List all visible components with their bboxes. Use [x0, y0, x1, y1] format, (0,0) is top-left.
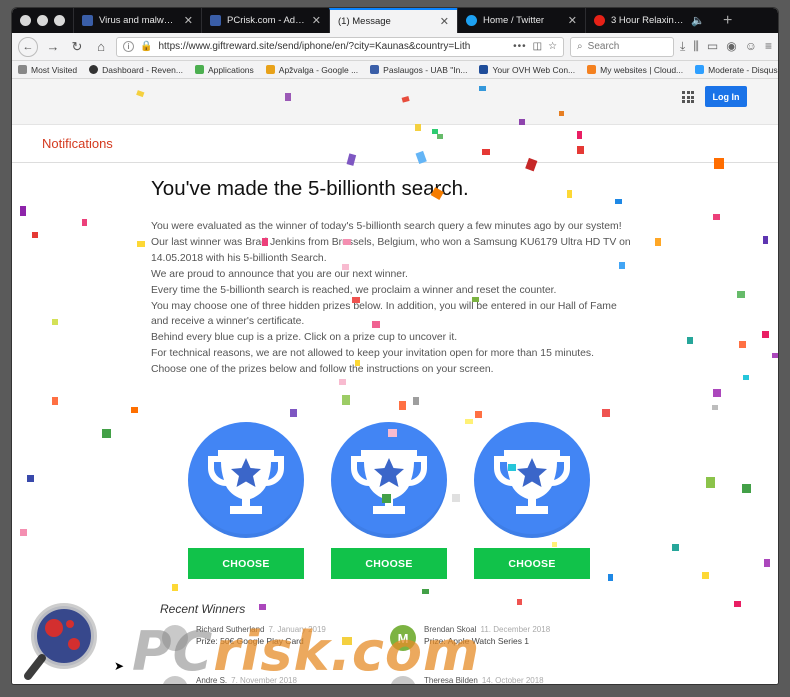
- tab-twitter[interactable]: Home / Twitter ✕: [457, 8, 585, 33]
- tab-youtube[interactable]: 3 Hour Relaxing Guita 🔈: [585, 8, 713, 33]
- trophy-icon: [494, 450, 570, 514]
- lock-icon: 🔒: [140, 41, 153, 52]
- message-content: You've made the 5-billionth search. You …: [151, 177, 631, 378]
- choose-button[interactable]: CHOOSE: [331, 548, 447, 579]
- window-controls: [18, 8, 73, 33]
- close-tab-icon[interactable]: ✕: [440, 15, 449, 28]
- bookmarks-bar: Most Visited Dashboard - Reven... Applic…: [12, 61, 778, 79]
- url-text[interactable]: https://www.giftreward.site/send/iphone/…: [158, 41, 507, 52]
- confetti-overlay: [20, 86, 778, 645]
- pcrisk-icon: [210, 15, 221, 26]
- page-content: Log In Notifications You've made the 5-b…: [12, 79, 778, 684]
- forward-button[interactable]: →: [44, 38, 62, 56]
- tab-pcrisk-admin[interactable]: PCrisk.com - Administrat ✕: [201, 8, 329, 33]
- tab-virus-malware[interactable]: Virus and malware remov ✕: [73, 8, 201, 33]
- close-tab-icon[interactable]: ✕: [312, 14, 321, 27]
- close-window-button[interactable]: [20, 15, 31, 26]
- bookmark-most-visited[interactable]: Most Visited: [18, 65, 77, 75]
- magnifier-logo-icon: [24, 603, 97, 680]
- notifications-title: Notifications: [42, 136, 113, 151]
- paragraph: Our last winner was Brad Jenkins from Br…: [151, 236, 631, 264]
- pocket-icon[interactable]: ◫: [533, 41, 542, 52]
- search-input[interactable]: ⌕ Search: [570, 36, 675, 57]
- apps-grid-icon[interactable]: [682, 91, 694, 103]
- navigation-bar: ← → ↻ ⌂ i 🔒 https://www.giftreward.site/…: [12, 33, 778, 61]
- extension-icon[interactable]: ◉: [726, 39, 736, 54]
- reload-button[interactable]: ↻: [68, 38, 86, 56]
- prize-2: CHOOSE: [331, 422, 447, 579]
- bookmark-star-icon[interactable]: ☆: [548, 41, 557, 52]
- disqus-icon: [695, 65, 705, 74]
- page-actions-button[interactable]: •••: [513, 41, 527, 52]
- login-button[interactable]: Log In: [705, 86, 747, 107]
- tab-message[interactable]: (1) Message ✕: [329, 8, 457, 33]
- trophy-cup-button[interactable]: [474, 422, 590, 538]
- bookmark-paslaugos[interactable]: Paslaugos - UAB "In...: [370, 65, 467, 75]
- prize-3: CHOOSE: [474, 422, 590, 579]
- search-placeholder: Search: [587, 41, 620, 52]
- notifications-bar: Notifications: [12, 125, 778, 163]
- bookmark-ovh[interactable]: Your OVH Web Con...: [479, 65, 575, 75]
- prize-row: CHOOSE CHOOSE CHOOSE: [188, 422, 590, 579]
- google-style-header: Log In: [12, 79, 778, 125]
- address-bar[interactable]: i 🔒 https://www.giftreward.site/send/iph…: [116, 36, 565, 57]
- minimize-window-button[interactable]: [37, 15, 48, 26]
- bookmark-applications[interactable]: Applications: [194, 65, 254, 75]
- watermark-text: PCrisk.com: [132, 620, 481, 683]
- site-icon: [370, 65, 380, 74]
- library-icon[interactable]: ⫼: [693, 39, 699, 54]
- pcrisk-icon: [82, 15, 93, 26]
- trophy-cup-button[interactable]: [188, 422, 304, 538]
- browser-window: Virus and malware remov ✕ PCrisk.com - A…: [12, 8, 778, 684]
- tab-strip: Virus and malware remov ✕ PCrisk.com - A…: [12, 8, 778, 33]
- cloud-icon: [587, 65, 597, 74]
- trophy-icon: [351, 450, 427, 514]
- back-button[interactable]: ←: [18, 36, 38, 57]
- speaker-icon[interactable]: 🔈: [691, 14, 705, 27]
- close-tab-icon[interactable]: ✕: [568, 14, 577, 27]
- new-tab-button[interactable]: +: [713, 8, 742, 33]
- choose-button[interactable]: CHOOSE: [188, 548, 304, 579]
- paragraph: Behind every blue cup is a prize. Click …: [151, 332, 458, 344]
- bookmark-dashboard[interactable]: Dashboard - Reven...: [89, 65, 183, 75]
- info-icon[interactable]: i: [123, 41, 134, 52]
- paragraph: You were evaluated as the winner of toda…: [151, 221, 622, 232]
- bookmark-apzvalga[interactable]: Apžvalga - Google ...: [265, 65, 358, 75]
- search-icon: ⌕: [577, 41, 583, 52]
- trophy-cup-button[interactable]: [331, 422, 447, 538]
- download-icon[interactable]: ⤓: [680, 39, 685, 54]
- home-button[interactable]: ⌂: [92, 38, 110, 56]
- sidebar-icon[interactable]: ▭: [707, 39, 718, 54]
- zoom-window-button[interactable]: [54, 15, 65, 26]
- paragraph: You may choose one of three hidden prize…: [151, 300, 617, 328]
- paragraph: For technical reasons, we are not allowe…: [151, 348, 595, 376]
- prize-1: CHOOSE: [188, 422, 304, 579]
- pcrisk-watermark: PCrisk.com: [22, 596, 492, 684]
- bookmark-disqus[interactable]: Moderate - Disqus: [695, 65, 778, 75]
- youtube-icon: [594, 15, 605, 26]
- dashboard-icon: [89, 65, 99, 74]
- twitter-icon: [466, 15, 477, 26]
- message-body: You were evaluated as the winner of toda…: [151, 219, 631, 378]
- close-tab-icon[interactable]: ✕: [184, 14, 193, 27]
- choose-button[interactable]: CHOOSE: [474, 548, 590, 579]
- account-icon[interactable]: ☺: [745, 39, 757, 54]
- toolbar-icons: ⤓ ⫼ ▭ ◉ ☺ ≡: [680, 39, 772, 54]
- analytics-icon: [265, 65, 275, 74]
- paragraph: Every time the 5-billionth search is rea…: [151, 284, 557, 296]
- menu-icon[interactable]: ≡: [765, 39, 772, 54]
- bookmark-cloudflare[interactable]: My websites | Cloud...: [587, 65, 683, 75]
- android-icon: [194, 65, 204, 74]
- gear-icon: [18, 65, 27, 74]
- page-title: You've made the 5-billionth search.: [151, 177, 469, 200]
- trophy-icon: [208, 450, 284, 514]
- ovh-icon: [479, 65, 489, 74]
- paragraph: We are proud to announce that you are ou…: [151, 268, 408, 280]
